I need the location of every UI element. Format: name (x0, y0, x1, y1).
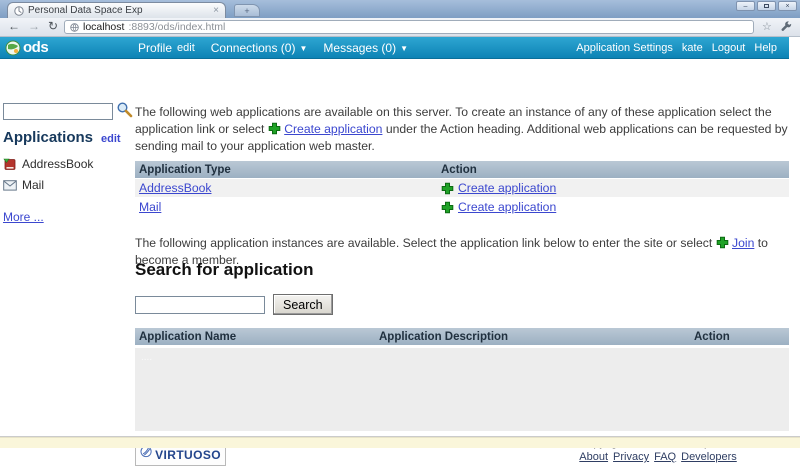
menu-application-settings[interactable]: Application Settings (576, 42, 673, 54)
badge-virtuoso: VIRTUOSO (155, 449, 221, 461)
navbar-right: Application Settings kate Logout Help (576, 37, 777, 59)
restore-button[interactable] (757, 1, 776, 11)
bookmark-star-icon[interactable]: ☆ (762, 20, 772, 33)
browser-toolbar: ← → ↻ localhost :8893/ods/index.html ☆ (0, 18, 800, 37)
column-header: Action (437, 164, 789, 176)
tab-title: Personal Data Space Exp (28, 5, 209, 16)
app-type-link[interactable]: AddressBook (139, 181, 212, 195)
more-link[interactable]: More ... (3, 210, 44, 224)
main-content: The following web applications are avail… (135, 98, 789, 473)
sidebar-app-list: AddressBook Mail (3, 157, 133, 192)
menu-profile-edit[interactable]: edit (177, 42, 195, 54)
browser-titlebar: Personal Data Space Exp × + – × (0, 0, 800, 18)
column-header: Application Name (135, 331, 375, 343)
table-header-row: Application Type Action (135, 161, 789, 178)
browser-tab[interactable]: Personal Data Space Exp × (7, 2, 226, 18)
create-application-link[interactable]: Create application (458, 200, 556, 214)
sidebar-item-mail[interactable]: Mail (3, 178, 133, 192)
column-header: Application Type (135, 164, 437, 176)
ods-logo[interactable]: ods (5, 39, 48, 56)
wrench-menu-icon[interactable] (781, 21, 792, 32)
addressbook-icon (3, 158, 17, 171)
ods-globe-icon (5, 40, 21, 56)
application-search-input[interactable] (135, 296, 265, 314)
footer-link-privacy[interactable]: Privacy (613, 450, 649, 464)
tab-close-icon[interactable]: × (213, 5, 219, 16)
results-empty-area: .... (135, 348, 789, 431)
navbar-menu: Profile edit Connections (0) ▼ Messages … (138, 37, 408, 59)
create-plus-icon (441, 182, 454, 195)
footer-links: About Privacy FAQ Developers (579, 450, 789, 464)
address-bar[interactable]: localhost :8893/ods/index.html (64, 20, 754, 34)
web-page: ods Profile edit Connections (0) ▼ Messa… (0, 37, 789, 436)
footer-link-about[interactable]: About (579, 450, 608, 464)
window-bottom-strip (0, 437, 800, 448)
minimize-button[interactable]: – (736, 1, 755, 11)
applications-edit-link[interactable]: edit (101, 133, 121, 145)
restore-icon (764, 4, 769, 8)
create-application-link[interactable]: Create application (458, 181, 556, 195)
site-icon (70, 23, 79, 32)
application-type-table: Application Type Action AddressBook Crea… (135, 161, 789, 216)
close-button[interactable]: × (778, 1, 797, 11)
ods-navbar: ods Profile edit Connections (0) ▼ Messa… (0, 37, 789, 59)
sidebar: Applicationsedit AddressBook Mail More .… (3, 101, 133, 226)
create-application-link[interactable]: Create application (284, 122, 382, 136)
create-plus-icon (441, 201, 454, 214)
menu-messages[interactable]: Messages (0) ▼ (323, 41, 408, 55)
menu-connections[interactable]: Connections (0) ▼ (211, 41, 308, 55)
column-header: Action (690, 331, 789, 343)
chevron-down-icon: ▼ (400, 44, 408, 53)
menu-help[interactable]: Help (754, 42, 777, 54)
chevron-down-icon: ▼ (299, 44, 307, 53)
search-button[interactable]: Search (273, 294, 333, 315)
back-icon[interactable]: ← (8, 19, 20, 33)
table-row: AddressBook Create application (135, 179, 789, 197)
new-tab-button[interactable]: + (234, 4, 260, 17)
join-link[interactable]: Join (732, 236, 754, 250)
create-plus-icon (268, 122, 281, 135)
application-search-form: Search (135, 294, 333, 315)
sidebar-item-label: Mail (22, 178, 44, 192)
search-section-heading: Search for application (135, 260, 314, 280)
screen: { "browser": { "window_controls": { "min… (0, 0, 800, 448)
logo-text: ods (23, 39, 48, 56)
footer-link-faq[interactable]: FAQ (654, 450, 676, 464)
url-host: localhost (83, 22, 124, 33)
tab-favicon-icon (14, 6, 24, 16)
menu-logout[interactable]: Logout (712, 42, 746, 54)
app-type-link[interactable]: Mail (139, 200, 161, 214)
window-controls: – × (736, 1, 797, 11)
join-plus-icon (716, 236, 729, 249)
mail-icon (3, 180, 17, 191)
search-icon[interactable] (116, 101, 133, 118)
sidebar-item-label: AddressBook (22, 157, 93, 171)
menu-user-kate[interactable]: kate (682, 42, 703, 54)
intro-paragraph: The following web applications are avail… (135, 104, 789, 155)
table-header-row: Application Name Application Description… (135, 328, 789, 345)
sidebar-item-addressbook[interactable]: AddressBook (3, 157, 133, 171)
table-row: Mail Create application (135, 198, 789, 216)
sidebar-search-input[interactable] (3, 103, 113, 120)
url-path: :8893/ods/index.html (128, 22, 225, 33)
footer-link-developers[interactable]: Developers (681, 450, 737, 464)
applications-heading: Applicationsedit (3, 129, 133, 146)
forward-icon[interactable]: → (28, 19, 40, 33)
reload-icon[interactable]: ↻ (48, 19, 58, 33)
column-header: Application Description (375, 331, 690, 343)
application-results-table: Application Name Application Description… (135, 328, 789, 345)
menu-profile[interactable]: Profile edit (138, 41, 195, 55)
